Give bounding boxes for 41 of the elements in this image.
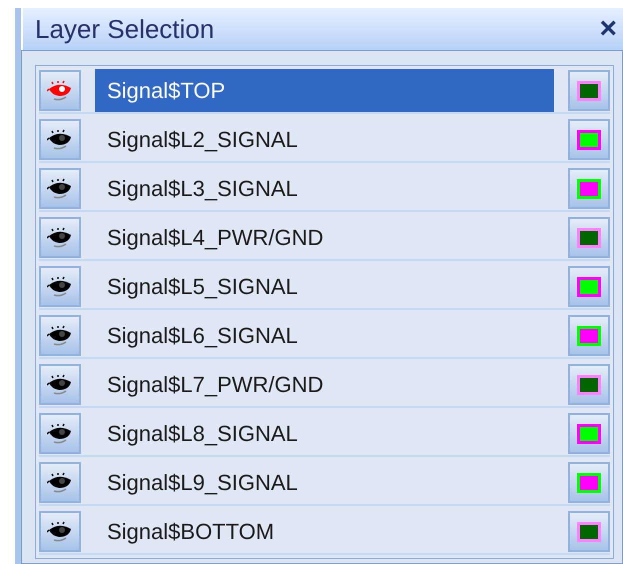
visibility-button[interactable] [39,462,81,503]
layer-row[interactable]: Signal$L5_SIGNAL [39,265,610,310]
layer-row[interactable]: Signal$BOTTOM [39,510,610,555]
visibility-button[interactable] [39,168,81,209]
color-button[interactable] [568,315,610,356]
layer-name: Signal$L6_SIGNAL [106,322,299,350]
layer-row[interactable]: Signal$L9_SIGNAL [39,461,610,506]
color-button[interactable] [568,413,610,454]
layer-name: Signal$L2_SIGNAL [106,126,299,154]
layer-row[interactable]: Signal$TOP [39,69,610,114]
visibility-button[interactable] [39,413,81,454]
layer-name: Signal$L3_SIGNAL [106,175,299,203]
layer-row[interactable]: Signal$L8_SIGNAL [39,412,610,457]
color-button[interactable] [568,168,610,209]
layer-row[interactable]: Signal$L3_SIGNAL [39,167,610,212]
visibility-button[interactable] [39,315,81,356]
layer-name: Signal$L9_SIGNAL [106,469,299,497]
visibility-button[interactable] [39,119,81,160]
layer-name: Signal$L4_PWR/GND [106,224,324,252]
visibility-button[interactable] [39,217,81,258]
panel-title: Layer Selection [35,12,214,46]
visibility-button[interactable] [39,511,81,552]
layer-name: Signal$L7_PWR/GND [106,371,324,399]
layer-row[interactable]: Signal$L2_SIGNAL [39,118,610,163]
color-button[interactable] [568,364,610,405]
color-button[interactable] [568,266,610,307]
layer-name: Signal$L5_SIGNAL [106,273,299,301]
layer-row[interactable]: Signal$L6_SIGNAL [39,314,610,359]
layer-row[interactable]: Signal$L4_PWR/GND [39,216,610,261]
layer-name: Signal$TOP [95,69,554,112]
visibility-button[interactable] [39,364,81,405]
color-button[interactable] [568,511,610,552]
layer-name: Signal$L8_SIGNAL [106,420,299,448]
close-button[interactable]: × [599,14,617,44]
layer-name: Signal$BOTTOM [106,518,276,546]
color-button[interactable] [568,217,610,258]
layer-row[interactable]: Signal$L7_PWR/GND [39,363,610,408]
color-button[interactable] [568,119,610,160]
color-button[interactable] [568,70,610,111]
color-button[interactable] [568,462,610,503]
visibility-button[interactable] [39,266,81,307]
